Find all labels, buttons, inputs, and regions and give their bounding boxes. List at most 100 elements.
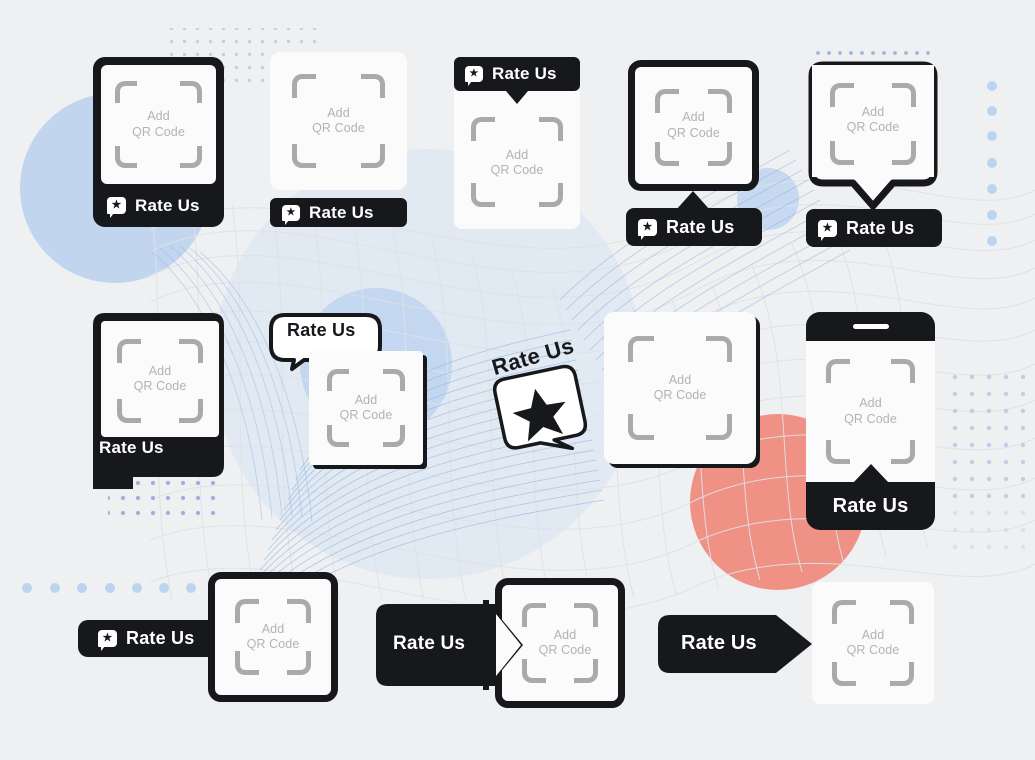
qr-card-outline-badge-notch[interactable]: Add QR Code (628, 60, 759, 191)
qr-placeholder-label: Add QR Code (844, 396, 897, 426)
qr-card-plain-shadow[interactable]: Add QR Code (604, 312, 756, 464)
rate-us-label: Rate Us (393, 633, 466, 654)
decor-dotgrid-right-fade (940, 500, 1032, 560)
phone-qr-mockup[interactable]: Add QR Code Rate Us (806, 312, 935, 530)
qr-bracket-top-left (471, 117, 495, 141)
qr-bracket-bottom-right (574, 659, 598, 683)
qr-bracket-bottom-left (655, 142, 679, 166)
qr-bracket-bottom-left (235, 651, 259, 675)
star-glyph: ★ (469, 68, 479, 79)
rate-us-label: Rate Us (287, 320, 356, 340)
qr-bracket-top-left (327, 369, 349, 391)
rate-us-label: Rate Us (126, 628, 195, 648)
qr-bracket-top-right (890, 600, 914, 624)
qr-placeholder-label: Add QR Code (846, 104, 900, 134)
qr-bracket-bottom-right (539, 183, 563, 207)
badge-tail-down (506, 91, 528, 104)
qr-bracket-top-right (539, 117, 563, 141)
qr-bracket-bottom-left (830, 141, 854, 165)
rate-us-label: Rate Us (832, 494, 909, 517)
speech-bubble-star-icon: ★ (282, 204, 300, 225)
qr-bracket-bottom-left (292, 144, 316, 168)
qr-bracket-top-left (826, 359, 850, 383)
qr-placeholder-label: Add QR Code (846, 627, 900, 657)
qr-placeholder-label: Add QR Code (133, 363, 187, 393)
rate-us-footer[interactable]: ★ Rate Us (93, 184, 224, 227)
rate-us-badge-below[interactable]: ★ Rate Us (270, 198, 407, 227)
decor-dotcolumn-right (987, 81, 997, 246)
qr-bracket-top-left (235, 599, 259, 623)
qr-bracket-bottom-right (892, 141, 916, 165)
qr-bracket-bottom-left (117, 399, 141, 423)
qr-placeholder-label: Add QR Code (132, 109, 185, 139)
star-glyph: ★ (822, 221, 833, 234)
rate-us-footer[interactable]: Rate Us (806, 482, 935, 530)
qr-bracket-bottom-left (628, 414, 654, 440)
qr-placeholder-area[interactable]: Add QR Code (812, 65, 934, 177)
qr-card-speech-bubble-above[interactable]: Add QR Code (309, 351, 423, 465)
qr-bracket-bottom-left (471, 183, 495, 207)
qr-placeholder-label: Add QR Code (246, 621, 300, 651)
qr-bracket-top-left (292, 74, 316, 98)
qr-placeholder-label: Add QR Code (667, 110, 720, 140)
qr-bracket-top-left (832, 600, 856, 624)
qr-bracket-bottom-right (287, 651, 311, 675)
qr-placeholder-label: Add QR Code (339, 392, 393, 422)
qr-card-side-badge-left[interactable]: Add QR Code (208, 572, 338, 702)
qr-placeholder-label: Add QR Code (653, 372, 707, 402)
qr-bracket-bottom-left (327, 425, 349, 447)
qr-bracket-top-right (891, 359, 915, 383)
qr-bracket-bottom-right (708, 142, 732, 166)
qr-placeholder-label: Add QR Code (490, 147, 544, 177)
speech-bubble-star-icon: ★ (638, 218, 657, 240)
rate-us-label: Rate Us (681, 632, 757, 654)
decor-dotgrid-right (940, 372, 1032, 500)
speech-bubble-star-icon: ★ (98, 630, 117, 651)
qr-bracket-bottom-left (826, 440, 850, 464)
qr-bracket-top-right (287, 599, 311, 623)
qr-placeholder-label: Add QR Code (538, 627, 592, 657)
rotated-star-bubble-badge[interactable]: Rate Us (487, 333, 603, 456)
qr-placeholder-area[interactable]: Add QR Code (101, 321, 219, 437)
star-glyph: ★ (642, 220, 653, 233)
qr-bracket-top-left (628, 336, 654, 362)
rate-us-label[interactable]: Rate Us (99, 438, 164, 458)
qr-bracket-top-left (115, 81, 137, 103)
phone-speaker-icon (852, 324, 889, 329)
rate-us-label: Rate Us (666, 216, 735, 237)
rate-us-label: Rate Us (492, 64, 557, 83)
qr-bracket-bottom-left (832, 662, 856, 686)
qr-bracket-top-right (706, 336, 732, 362)
qr-bracket-top-right (179, 339, 203, 363)
qr-bracket-top-right (574, 603, 598, 627)
qr-placeholder-area[interactable]: Add QR Code (806, 341, 935, 482)
qr-bracket-top-right (383, 369, 405, 391)
poster-canvas: Add QR Code ★ Rate Us Add QR Code ★ Rate… (0, 0, 1035, 760)
card-tail (93, 463, 133, 489)
qr-bracket-bottom-right (179, 399, 203, 423)
speech-bubble-star-icon: ★ (465, 66, 483, 86)
qr-bracket-bottom-left (115, 146, 137, 168)
phone-footer-notch (853, 464, 889, 483)
star-glyph: ★ (286, 206, 296, 218)
rate-us-header-badge[interactable]: ★ Rate Us (454, 57, 580, 91)
qr-placeholder-area[interactable]: Add QR Code (454, 91, 580, 229)
rate-us-label: Rate Us (309, 202, 374, 222)
qr-card-arrow-badge[interactable]: Add QR Code (812, 582, 934, 704)
qr-card-plain-badge-below[interactable]: Add QR Code (270, 52, 407, 190)
decor-dotrow-bottom-left (22, 583, 196, 593)
rate-us-label: Rate Us (135, 195, 200, 215)
qr-bracket-bottom-right (706, 414, 732, 440)
qr-bracket-top-right (361, 74, 385, 98)
badge-arrow-notch (483, 600, 523, 690)
rate-us-badge-notch[interactable]: ★ Rate Us (626, 208, 762, 246)
qr-bracket-bottom-right (180, 146, 202, 168)
qr-card-badge-header[interactable]: ★ Rate Us Add QR Code (454, 57, 580, 229)
qr-bracket-top-right (892, 83, 916, 107)
qr-bracket-top-left (830, 83, 854, 107)
rate-us-badge-pin[interactable]: ★ Rate Us (806, 209, 942, 247)
qr-placeholder-area[interactable]: Add QR Code (101, 65, 216, 184)
qr-placeholder-label: Add QR Code (312, 105, 365, 135)
qr-card-dark-frame-footer-badge[interactable]: Add QR Code ★ Rate Us (93, 57, 224, 227)
qr-bracket-bottom-right (383, 425, 405, 447)
